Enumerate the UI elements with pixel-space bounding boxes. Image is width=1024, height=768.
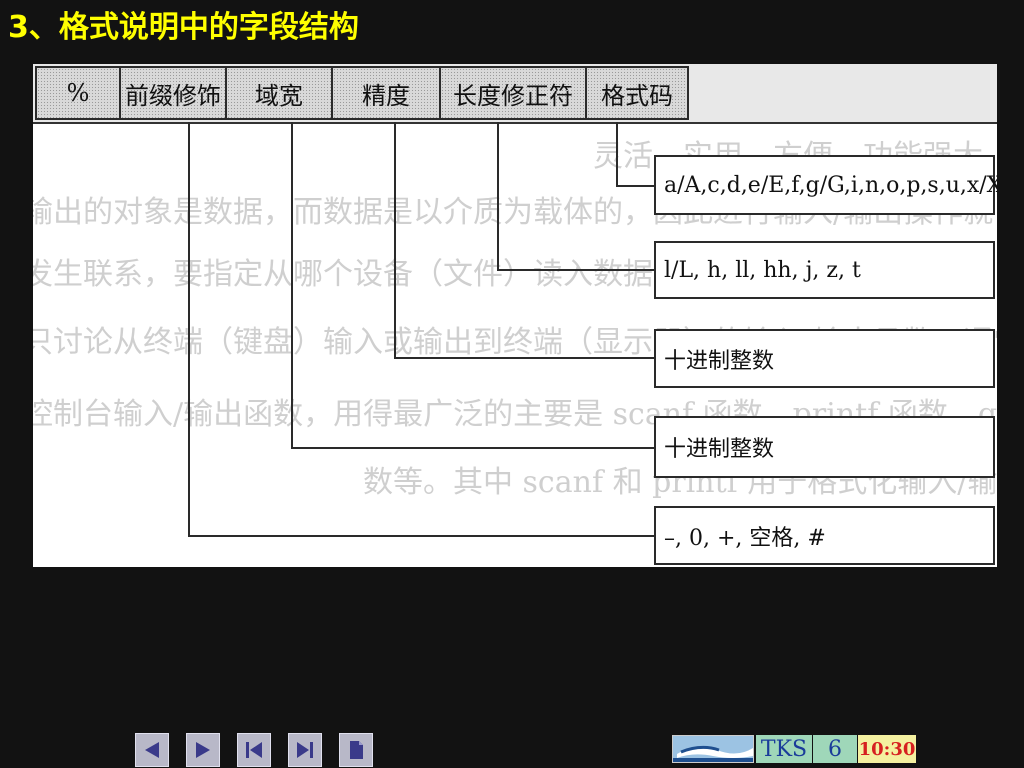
length-modifier-box: l/L, h, ll, hh, j, z, t [654, 241, 995, 299]
connector-length-h [497, 269, 656, 271]
format-code-box: a/A,c,d,e/E,f,g/G,i,n,o,p,s,u,x/X,% [654, 155, 997, 215]
first-page-icon[interactable] [237, 733, 271, 767]
header-format-code: 格式码 [585, 66, 689, 120]
background-scan-text: 言没有定义任何进行 IO 灵活、实用、方便、功能强大。 输出的对象是数据，而数据… [33, 64, 997, 567]
slide-title: 3、格式说明中的字段结构 [8, 10, 359, 45]
connector-length-v [497, 122, 499, 270]
connector-width-h [291, 447, 656, 449]
prev-arrow-icon[interactable] [135, 733, 169, 767]
connector-format-code-h [616, 185, 656, 187]
connector-format-code-v [616, 122, 618, 186]
document-icon[interactable] [339, 733, 373, 767]
header-percent: % [35, 66, 121, 120]
connector-precision-v [394, 122, 396, 358]
page-number: 6 [813, 735, 857, 763]
next-arrow-icon[interactable] [186, 733, 220, 767]
header-prefix: 前缀修饰 [119, 66, 227, 120]
format-field-diagram: 言没有定义任何进行 IO 灵活、实用、方便、功能强大。 输出的对象是数据，而数据… [33, 64, 997, 567]
connector-prefix-v [188, 122, 190, 536]
connector-width-v [291, 122, 293, 448]
connector-prefix-h [188, 535, 656, 537]
prefix-box: –, 0, +, 空格, # [654, 506, 995, 565]
school-logo [672, 735, 754, 763]
header-precision: 精度 [331, 66, 441, 120]
clock-time: 10:30 [858, 735, 916, 763]
last-page-icon[interactable] [288, 733, 322, 767]
connector-precision-h [394, 357, 656, 359]
width-box: 十进制整数 [654, 416, 995, 478]
header-length-modifier: 长度修正符 [439, 66, 587, 120]
header-width: 域宽 [225, 66, 333, 120]
precision-box: 十进制整数 [654, 329, 995, 388]
tks-label: TKS [756, 735, 812, 763]
